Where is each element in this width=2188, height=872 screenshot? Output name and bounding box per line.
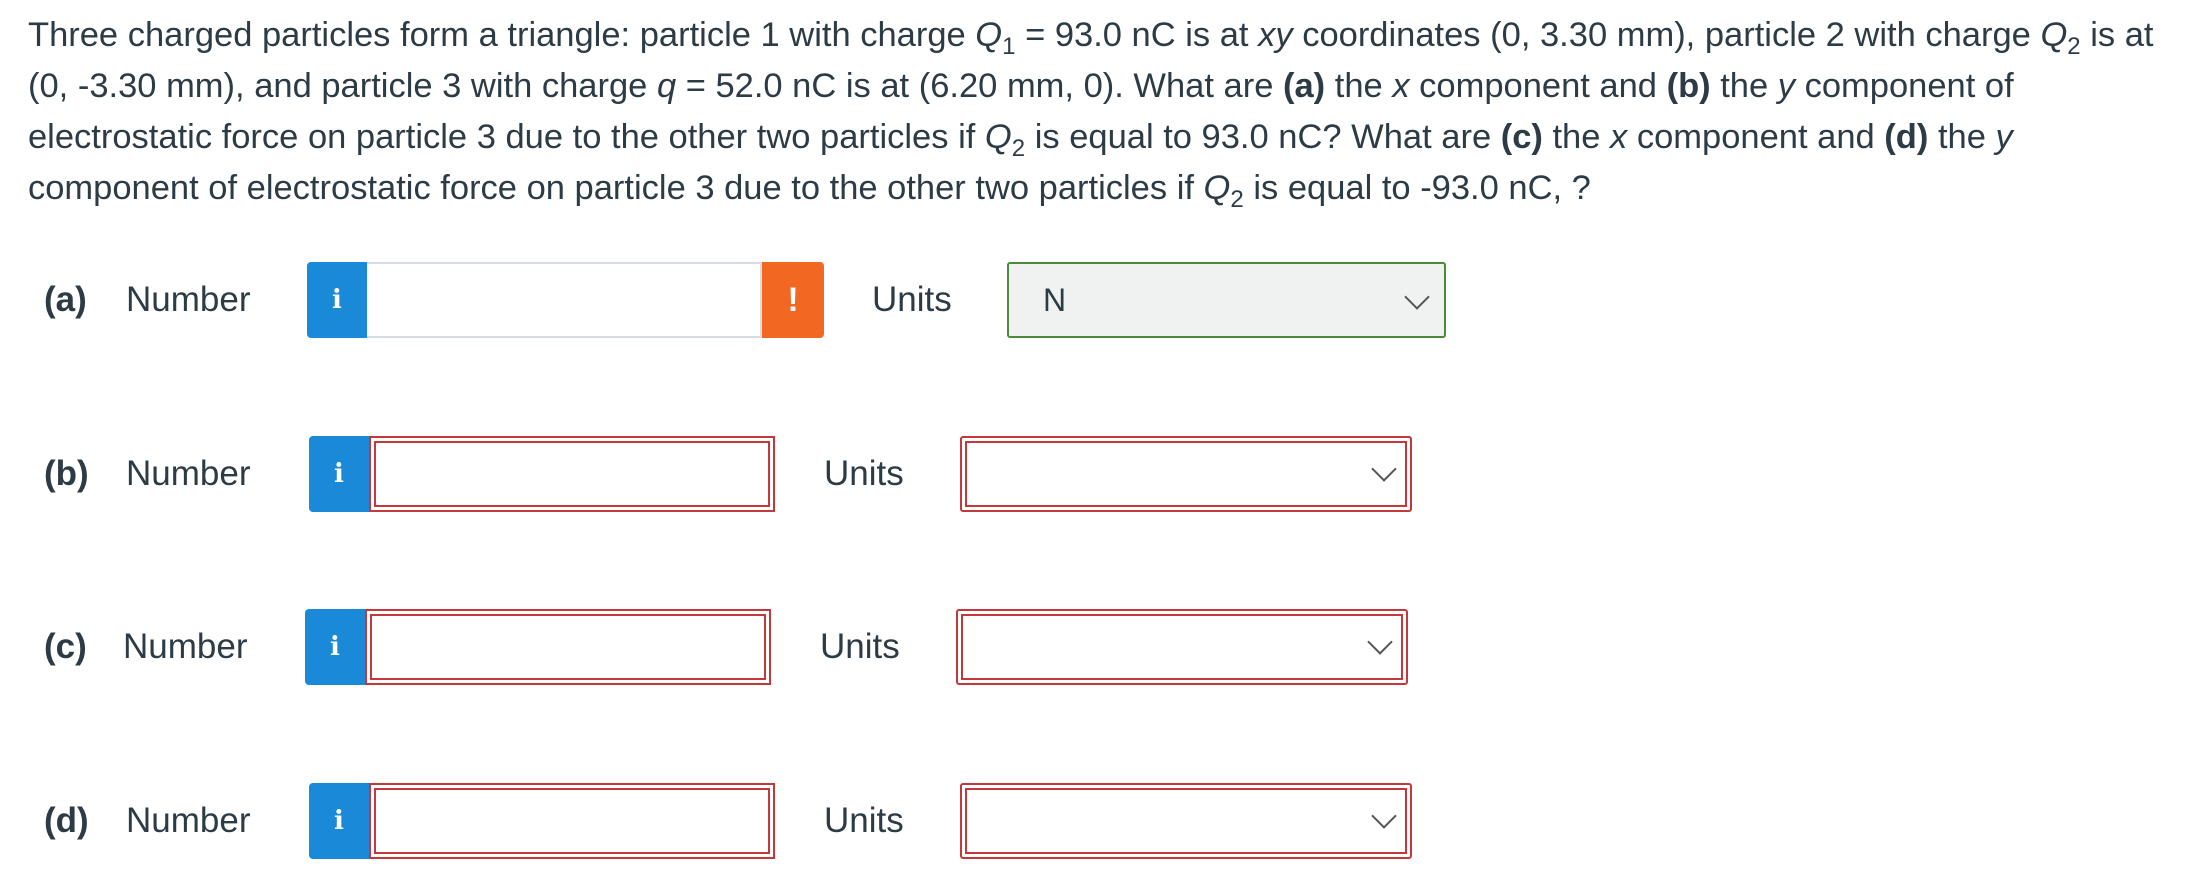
number-input-c[interactable] [365, 609, 771, 685]
part-label-c: (c) [44, 627, 87, 666]
units-label-c: Units [820, 627, 900, 666]
units-label-a: Units [872, 280, 952, 319]
number-label-c: Number [123, 627, 248, 666]
number-input-b[interactable] [369, 436, 775, 512]
question-text: Three charged particles form a triangle:… [28, 16, 2154, 213]
info-icon[interactable]: i [309, 783, 369, 859]
answer-row-d: (d) Number i Units [0, 783, 2188, 859]
chevron-down-icon [1371, 803, 1397, 829]
chevron-down-icon [1404, 284, 1430, 310]
chevron-down-icon [1367, 629, 1393, 655]
number-input-d[interactable] [369, 783, 775, 859]
units-select-value-a: N [1043, 282, 1067, 318]
units-select-a[interactable]: N [1007, 262, 1446, 338]
info-icon[interactable]: i [305, 609, 365, 685]
answer-row-b: (b) Number i Units [0, 436, 2188, 512]
info-icon[interactable]: i [307, 262, 367, 338]
units-label-b: Units [824, 454, 904, 493]
number-label-a: Number [126, 280, 251, 319]
units-select-c[interactable] [956, 609, 1408, 685]
answer-row-c: (c) Number i Units [0, 609, 2188, 685]
number-label-b: Number [126, 454, 251, 493]
chevron-down-icon [1371, 456, 1397, 482]
part-label-d: (d) [44, 801, 89, 840]
units-label-d: Units [824, 801, 904, 840]
answer-row-a: (a) Number i ! Units N [0, 262, 2188, 338]
units-select-b[interactable] [960, 436, 1412, 512]
units-select-d[interactable] [960, 783, 1412, 859]
info-icon[interactable]: i [309, 436, 369, 512]
number-input-a[interactable] [367, 262, 762, 338]
part-label-b: (b) [44, 454, 89, 493]
part-label-a: (a) [44, 280, 87, 319]
exclamation-icon[interactable]: ! [762, 262, 824, 338]
number-label-d: Number [126, 801, 251, 840]
